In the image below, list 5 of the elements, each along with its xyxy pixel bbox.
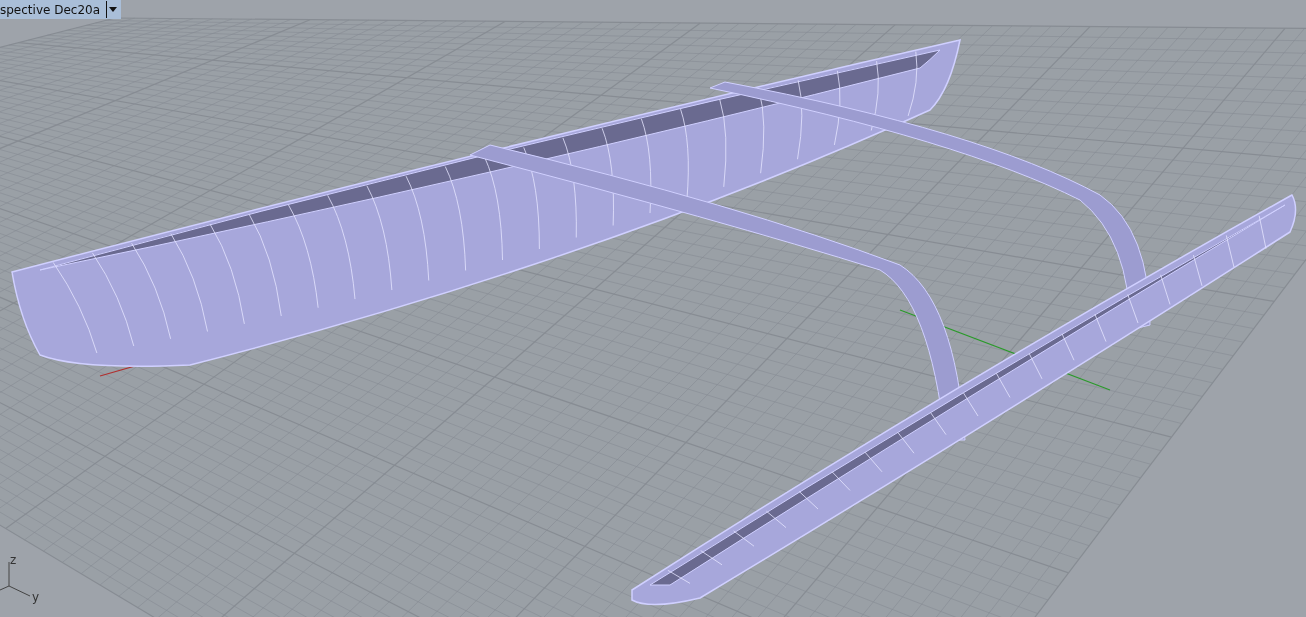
dropdown-caret-icon[interactable] — [106, 1, 120, 18]
axis-label: z — [10, 553, 17, 567]
viewport-title: spective Dec20a — [0, 2, 102, 17]
viewport-title-tab[interactable]: spective Dec20a — [0, 0, 122, 19]
axis-label: y — [32, 590, 40, 604]
